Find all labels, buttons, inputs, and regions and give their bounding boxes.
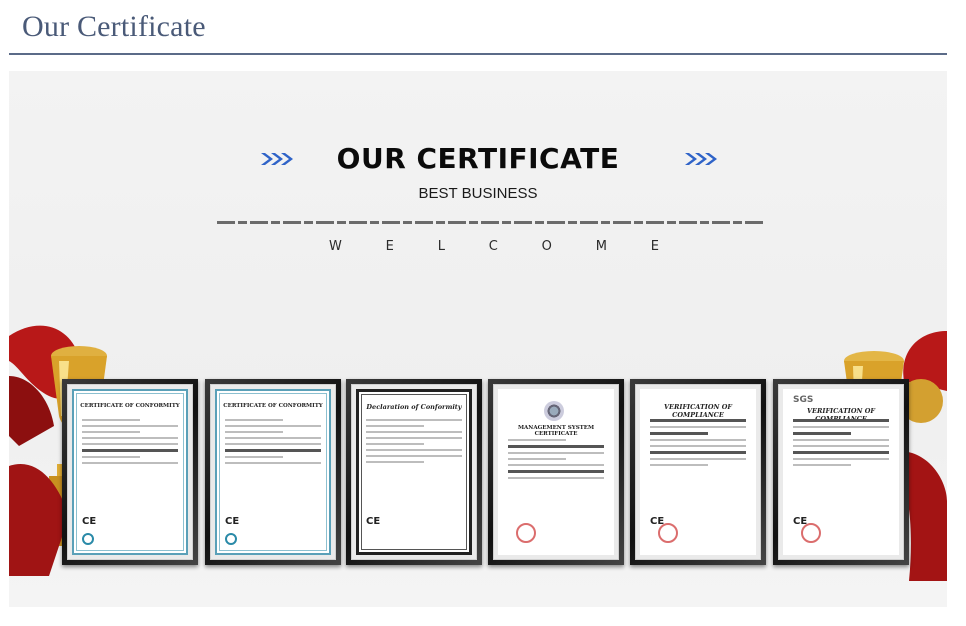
certificate-heading: Declaration of Conformity [366, 403, 462, 411]
certificate-frame[interactable]: CERTIFICATE OF CONFORMITY CE [205, 379, 341, 565]
sgs-logo: SGS [793, 395, 814, 405]
welcome-letter: O [541, 239, 552, 254]
certificate-banner: OUR CERTIFICATE BEST BUSINESS W E L C O … [9, 71, 947, 607]
welcome-letter: W [329, 239, 342, 254]
welcome-letter: L [437, 239, 445, 254]
welcome-letter: M [595, 239, 607, 254]
ce-mark: CE [366, 516, 381, 527]
certificate-document: VERIFICATION OF COMPLIANCE CE [640, 389, 756, 555]
ce-mark: CE [225, 516, 240, 527]
stamp-icon [225, 533, 237, 545]
certificate-document: SGS VERIFICATION OF COMPLIANCE CE [783, 389, 899, 555]
certificate-document: Declaration of Conformity CE [356, 389, 472, 555]
certificate-document: CERTIFICATE OF CONFORMITY CE [215, 389, 331, 555]
certificate-frame[interactable]: Declaration of Conformity CE [346, 379, 482, 565]
certificate-frame[interactable]: CERTIFICATE OF CONFORMITY CE [62, 379, 198, 565]
stamp-icon [516, 523, 536, 543]
stamp-icon [801, 523, 821, 543]
certificate-heading: CERTIFICATE OF CONFORMITY [223, 403, 323, 409]
stamp-icon [658, 523, 678, 543]
welcome-letter: E [650, 239, 659, 254]
certificate-heading: CERTIFICATE OF CONFORMITY [80, 403, 180, 409]
certificate-frame[interactable]: MANAGEMENT SYSTEM CERTIFICATE [488, 379, 624, 565]
stamp-icon [82, 533, 94, 545]
page-title: Our Certificate [22, 10, 206, 43]
certificate-heading: VERIFICATION OF COMPLIANCE [664, 403, 732, 419]
title-divider [9, 53, 947, 55]
welcome-text: W E L C O M E [329, 239, 659, 254]
welcome-letter: E [385, 239, 394, 254]
certificate-document: MANAGEMENT SYSTEM CERTIFICATE [498, 389, 614, 555]
banner-title: OUR CERTIFICATE [336, 142, 620, 175]
dashed-divider [217, 221, 765, 224]
certificate-frame[interactable]: SGS VERIFICATION OF COMPLIANCE CE [773, 379, 909, 565]
ce-mark: CE [82, 516, 97, 527]
certificate-heading: MANAGEMENT SYSTEM CERTIFICATE [517, 425, 595, 437]
banner-subtitle: BEST BUSINESS [418, 185, 538, 202]
certificate-document: CERTIFICATE OF CONFORMITY CE [72, 389, 188, 555]
seal-icon [544, 401, 564, 421]
certificate-frame[interactable]: VERIFICATION OF COMPLIANCE CE [630, 379, 766, 565]
welcome-letter: C [488, 239, 498, 254]
